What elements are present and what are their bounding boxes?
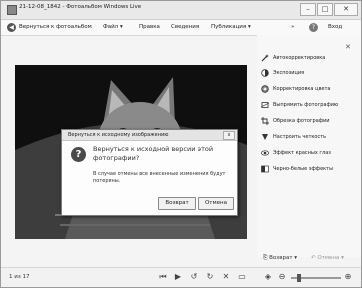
sharpen-icon bbox=[262, 134, 268, 140]
bw-effects-icon bbox=[261, 165, 269, 173]
menu-bar: ◀ Вернуться к фотоальбом Файл ▾ Правка С… bbox=[1, 20, 361, 36]
photo-counter: 1 из 17 bbox=[9, 274, 30, 280]
window-controls: – □ ✕ bbox=[299, 3, 358, 16]
revert-dialog: Вернуться к исходному изображению x ? Ве… bbox=[61, 129, 238, 216]
menu-edit[interactable]: Правка bbox=[139, 24, 160, 30]
rotate-right-icon[interactable]: ↻ bbox=[205, 272, 215, 282]
question-icon: ? bbox=[71, 147, 86, 162]
dialog-heading: Вернуться к исходной версии этой фотогра… bbox=[93, 145, 214, 162]
straighten-icon bbox=[261, 102, 269, 108]
dialog-title-bar: Вернуться к исходному изображению x bbox=[62, 130, 237, 141]
menu-file[interactable]: Файл ▾ bbox=[103, 24, 123, 30]
help-icon[interactable]: ? bbox=[309, 23, 318, 32]
undo-menu-button[interactable]: ↶ Отмена ▾ bbox=[311, 255, 344, 261]
close-icon[interactable]: ✕ bbox=[334, 3, 358, 16]
window-title: 21-12-08_1842 - Фотоальбом Windows Live bbox=[19, 4, 142, 10]
dialog-title: Вернуться к исходному изображению bbox=[68, 132, 169, 138]
back-to-gallery-link[interactable]: Вернуться к фотоальбом bbox=[19, 24, 92, 30]
tool-label: Корректировка цвета bbox=[273, 86, 331, 92]
dialog-message: В случае отмены все внесенные изменения … bbox=[93, 171, 226, 184]
tool-label: Обрезка фотографии bbox=[273, 118, 330, 124]
signin-link[interactable]: Вход bbox=[328, 24, 342, 30]
crop-icon bbox=[261, 117, 269, 125]
fit-icon[interactable]: ◈ bbox=[263, 272, 273, 282]
app-icon bbox=[7, 5, 17, 15]
menu-publish[interactable]: Публикация ▾ bbox=[211, 24, 251, 30]
tool-label: Автокорректировка bbox=[273, 55, 326, 61]
back-arrow-icon[interactable]: ◀ bbox=[7, 23, 16, 32]
tool-label: Черно-белые эффекты bbox=[273, 166, 334, 172]
photo-gallery-window: 21-12-08_1842 - Фотоальбом Windows Live … bbox=[0, 0, 362, 288]
title-bar: 21-12-08_1842 - Фотоальбом Windows Live … bbox=[1, 1, 361, 20]
minimize-icon[interactable]: – bbox=[300, 3, 316, 16]
undo-label: Отмена ▾ bbox=[317, 255, 344, 261]
tool-label: Эффект красных глаз bbox=[273, 150, 331, 156]
first-icon[interactable]: ⏮ bbox=[158, 272, 168, 282]
red-eye-icon bbox=[261, 150, 269, 156]
monitor-icon[interactable]: ▭ bbox=[237, 272, 247, 282]
menu-overflow[interactable]: » bbox=[291, 24, 294, 30]
rotate-left-icon[interactable]: ↺ bbox=[189, 272, 199, 282]
revert-label: Возврат ▾ bbox=[269, 255, 298, 261]
zoom-out-icon[interactable]: ⊖ bbox=[277, 272, 287, 282]
revert-icon: ⎘ bbox=[263, 255, 268, 261]
zoom-in-icon[interactable]: ⊕ bbox=[343, 272, 353, 282]
tool-label: Настроить четкость bbox=[273, 134, 327, 140]
undo-icon: ↶ bbox=[311, 255, 316, 261]
menu-info[interactable]: Сведения bbox=[171, 24, 199, 30]
revert-menu-button[interactable]: ⎘ Возврат ▾ bbox=[263, 255, 297, 262]
tool-label: Выпрямить фотографию bbox=[273, 102, 339, 108]
fix-panel: ✕ Автокорректировка Экспозиция Корректир… bbox=[257, 35, 361, 257]
maximize-icon[interactable]: □ bbox=[317, 3, 333, 16]
play-icon[interactable]: ▶ bbox=[173, 272, 183, 282]
status-bar: 1 из 17 ⏮ ▶ ↺ ↻ ✕ ▭ ◈ ⊖ ⊕ bbox=[1, 267, 361, 287]
dialog-close-icon[interactable]: x bbox=[223, 131, 235, 140]
wand-icon bbox=[261, 54, 269, 62]
tool-label: Экспозиция bbox=[273, 70, 305, 76]
color-icon bbox=[261, 85, 269, 93]
cancel-button[interactable]: Отмена bbox=[198, 197, 234, 210]
panel-close-icon[interactable]: ✕ bbox=[345, 43, 351, 51]
revert-button[interactable]: Возврат bbox=[158, 197, 196, 210]
zoom-slider[interactable] bbox=[291, 274, 341, 282]
exposure-icon bbox=[261, 69, 269, 77]
delete-icon[interactable]: ✕ bbox=[221, 272, 231, 282]
zoom-thumb[interactable] bbox=[297, 274, 301, 282]
